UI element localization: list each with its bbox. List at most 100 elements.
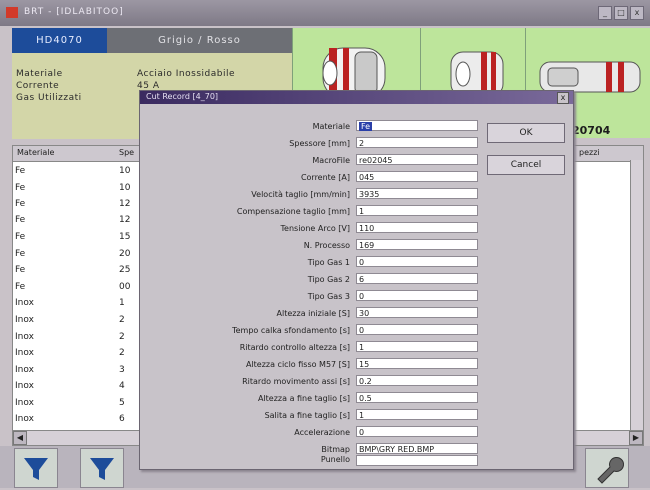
field-altezza-iniziale-input[interactable]: 30 xyxy=(356,307,478,318)
cancel-button[interactable]: Cancel xyxy=(487,155,565,175)
close-button[interactable]: x xyxy=(630,6,644,20)
field-label-ritardo-movimento: Ritardo movimento assi [s] xyxy=(242,377,350,386)
table-row[interactable]: Fe xyxy=(15,199,25,209)
table-row[interactable]: Fe xyxy=(15,166,25,176)
scroll-right-icon[interactable]: ▶ xyxy=(629,431,643,445)
field-altezza-ciclo-input[interactable]: 15 xyxy=(356,358,478,369)
col-spessore[interactable]: Spe xyxy=(119,148,134,157)
field-processo-input[interactable]: 169 xyxy=(356,239,478,250)
field-label-processo: N. Processo xyxy=(303,241,350,250)
field-punello-input[interactable] xyxy=(356,455,478,466)
field-ritardo-controllo-input[interactable]: 1 xyxy=(356,341,478,352)
table-cell[interactable]: 2 xyxy=(119,348,125,358)
table-row[interactable]: Inox xyxy=(15,365,34,375)
field-label-macrofile: MacroFile xyxy=(312,156,350,165)
field-label-accelerazione: Accelerazione xyxy=(294,428,350,437)
table-row[interactable]: Inox xyxy=(15,414,34,424)
funnel-icon xyxy=(90,458,114,480)
window-title: BRT - [IDLABITOO] xyxy=(24,7,124,17)
table-row[interactable]: Fe xyxy=(15,215,25,225)
vertical-scrollbar[interactable] xyxy=(630,160,643,430)
table-row[interactable]: Inox xyxy=(15,298,34,308)
table-cell[interactable]: 5 xyxy=(119,398,125,408)
table-cell[interactable]: 00 xyxy=(119,282,130,292)
scroll-left-icon[interactable]: ◀ xyxy=(13,431,27,445)
field-label-spessore: Spessore [mm] xyxy=(289,139,350,148)
table-cell[interactable]: 4 xyxy=(119,381,125,391)
tools-button[interactable] xyxy=(585,448,629,488)
table-row[interactable]: Inox xyxy=(15,332,34,342)
field-salita-fine-input[interactable]: 1 xyxy=(356,409,478,420)
field-gas1-input[interactable]: 0 xyxy=(356,256,478,267)
table-row[interactable]: Fe xyxy=(15,232,25,242)
field-bitmap-input[interactable]: BMP\GRY RED.BMP xyxy=(356,443,478,454)
field-altezza-fine-input[interactable]: 0.5 xyxy=(356,392,478,403)
field-accelerazione-input[interactable]: 0 xyxy=(356,426,478,437)
col-materiale[interactable]: Materiale xyxy=(17,148,54,157)
table-row[interactable]: Inox xyxy=(15,348,34,358)
table-row[interactable]: Fe xyxy=(15,183,25,193)
filter-button[interactable] xyxy=(14,448,58,488)
app-icon xyxy=(6,7,18,18)
ok-button[interactable]: OK xyxy=(487,123,565,143)
wrench-icon xyxy=(597,457,624,484)
field-label-gas1: Tipo Gas 1 xyxy=(307,258,350,267)
table-row[interactable]: Fe xyxy=(15,265,25,275)
part-code: 20704 xyxy=(572,124,611,137)
selected-text: Fe xyxy=(359,122,373,131)
tool-material: Grigio / Rosso xyxy=(107,28,292,53)
tool-code: HD4070 xyxy=(12,28,107,53)
table-cell[interactable]: 12 xyxy=(119,199,130,209)
field-gas2-input[interactable]: 6 xyxy=(356,273,478,284)
table-cell[interactable]: 2 xyxy=(119,332,125,342)
minimize-button[interactable]: _ xyxy=(598,6,612,20)
table-cell[interactable]: 15 xyxy=(119,232,130,242)
table-row[interactable]: Fe xyxy=(15,282,25,292)
field-corrente-input[interactable]: 045 xyxy=(356,171,478,182)
label-gas: Gas Utilizzati xyxy=(16,93,82,103)
field-label-materiale: Materiale xyxy=(312,122,350,131)
field-label-gas3: Tipo Gas 3 xyxy=(307,292,350,301)
field-label-ritardo-controllo: Ritardo controllo altezza [s] xyxy=(239,343,350,352)
table-cell[interactable]: 20 xyxy=(119,249,130,259)
field-label-velocita: Velocità taglio [mm/min] xyxy=(251,190,350,199)
window-controls: _ □ x xyxy=(598,6,644,20)
filter-2-button[interactable] xyxy=(80,448,124,488)
field-spessore-input[interactable]: 2 xyxy=(356,137,478,148)
table-cell[interactable]: 10 xyxy=(119,183,130,193)
field-gas3-input[interactable]: 0 xyxy=(356,290,478,301)
field-macrofile-input[interactable]: re02045 xyxy=(356,154,478,165)
field-label-punello: Punello xyxy=(320,455,350,464)
table-cell[interactable]: 25 xyxy=(119,265,130,275)
maximize-button[interactable]: □ xyxy=(614,6,628,20)
field-label-corrente: Corrente [A] xyxy=(300,173,350,182)
field-materiale-input[interactable]: Fe xyxy=(356,120,478,131)
value-materiale: Acciaio Inossidabile xyxy=(137,69,236,79)
field-tempo-sfondamento-input[interactable]: 0 xyxy=(356,324,478,335)
dialog-title: Cut Record [4_70] xyxy=(146,92,219,101)
field-label-altezza-ciclo: Altezza ciclo fisso M57 [S] xyxy=(245,360,350,369)
col-pezzi[interactable]: pezzi xyxy=(579,148,600,157)
table-cell[interactable]: 3 xyxy=(119,365,125,375)
table-cell[interactable]: 12 xyxy=(119,215,130,225)
table-row[interactable]: Fe xyxy=(15,249,25,259)
title-bar: BRT - [IDLABITOO] _ □ x xyxy=(0,0,650,26)
table-cell[interactable]: 1 xyxy=(119,298,125,308)
field-ritardo-movimento-input[interactable]: 0.2 xyxy=(356,375,478,386)
funnel-icon xyxy=(24,458,48,480)
dialog-close-icon[interactable]: x xyxy=(557,92,569,104)
field-label-salita-fine: Salita a fine taglio [s] xyxy=(264,411,350,420)
field-tensione-input[interactable]: 110 xyxy=(356,222,478,233)
label-materiale: Materiale xyxy=(16,69,63,79)
field-velocita-input[interactable]: 3935 xyxy=(356,188,478,199)
table-cell[interactable]: 2 xyxy=(119,315,125,325)
field-label-bitmap: Bitmap xyxy=(321,445,350,454)
field-compensazione-input[interactable]: 1 xyxy=(356,205,478,216)
table-row[interactable]: Inox xyxy=(15,398,34,408)
table-cell[interactable]: 6 xyxy=(119,414,125,424)
field-label-tempo-sfondamento: Tempo calka sfondamento [s] xyxy=(232,326,350,335)
table-row[interactable]: Inox xyxy=(15,381,34,391)
table-cell[interactable]: 10 xyxy=(119,166,130,176)
table-row[interactable]: Inox xyxy=(15,315,34,325)
field-label-altezza-fine: Altezza a fine taglio [s] xyxy=(257,394,350,403)
